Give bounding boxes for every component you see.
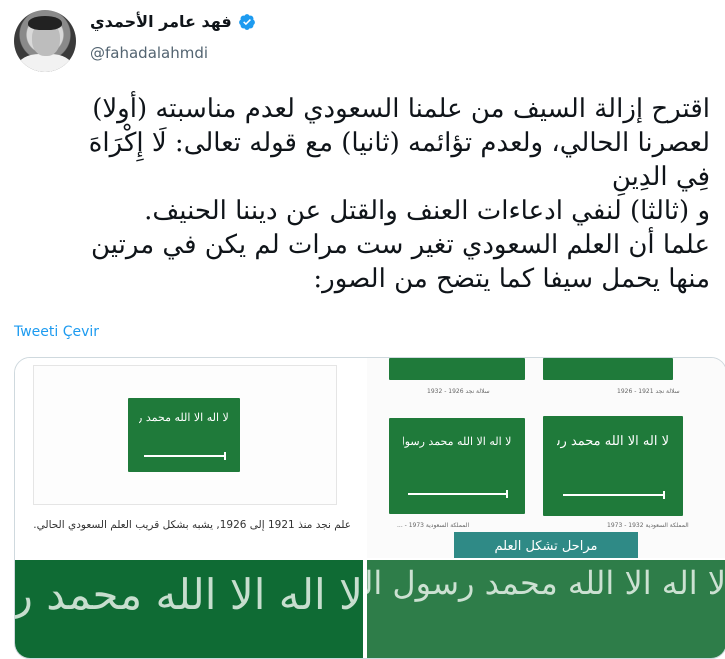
tweet-line: منها يحمل سيفا كما يتضح من الصور: xyxy=(313,264,710,294)
flag-era-caption: المملكة السعودية 1932 - 1973 xyxy=(607,522,689,529)
tweet-line: و (ثالثا) لنفي ادعاءات العنف والقتل عن د… xyxy=(144,196,710,226)
najd-flag-image: لا اله الا الله محمد رسول الله xyxy=(128,398,240,472)
tweet-line: اقترح إزالة السيف من علمنا السعودي لعدم … xyxy=(92,94,710,124)
tweet-line: فِي الدِينِ xyxy=(611,162,710,192)
media-photo-3[interactable]: لا اله الا الله محمد رسول الله xyxy=(15,560,363,658)
flag-sword xyxy=(143,452,226,461)
media-photo-1[interactable]: لا اله الا الله محمد رسول الله علم نجد م… xyxy=(15,358,363,558)
overlay-label: مراحل تشكل العلم xyxy=(454,532,638,558)
flag-thumbnail: لا اله الا الله محمد رسول الله xyxy=(543,416,683,516)
flag-era-caption: المملكة السعودية 1973 - ... xyxy=(397,522,470,529)
flag-thumbnail xyxy=(389,358,525,380)
verified-badge-icon xyxy=(238,13,255,30)
flag-closeup-script: لا اله الا الله محمد رسول الله xyxy=(367,564,725,602)
author-display-name[interactable]: فهد عامر الأحمدي xyxy=(90,12,232,31)
tweet-body: اقترح إزالة السيف من علمنا السعودي لعدم … xyxy=(14,92,710,296)
author-name-row[interactable]: فهد عامر الأحمدي xyxy=(90,12,256,31)
media-photo-4[interactable]: لا اله الا الله محمد رسول الله xyxy=(367,560,725,658)
flag-era-caption: سلالة نجد 1921 - 1926 xyxy=(617,388,680,395)
photo-caption: علم نجد منذ 1921 إلى 1926, يشبه بشكل قري… xyxy=(33,519,351,531)
avatar[interactable] xyxy=(14,10,76,72)
translate-tweet-link[interactable]: Tweeti Çevir xyxy=(14,324,99,340)
flag-thumbnail: لا اله الا الله محمد رسول الله xyxy=(389,418,525,514)
media-photo-2[interactable]: سلالة نجد 1921 - 1926 سلالة نجد 1926 - 1… xyxy=(367,358,725,558)
author-handle[interactable]: @fahadalahmdi xyxy=(90,44,208,62)
tweet-header: فهد عامر الأحمدي @fahadalahmdi xyxy=(0,0,725,90)
flag-script: لا اله الا الله محمد رسول الله xyxy=(139,411,229,425)
flag-closeup-script: لا اله الا الله محمد رسول الله xyxy=(15,570,363,619)
tweet-line: علما أن العلم السعودي تغير ست مرات لم يك… xyxy=(91,230,710,260)
photo-frame: لا اله الا الله محمد رسول الله xyxy=(33,365,337,505)
tweet-line: لعصرنا الحالي، ولعدم تؤائمه (ثانيا) مع ق… xyxy=(88,128,710,158)
flag-thumbnail xyxy=(543,358,673,380)
flag-era-caption: سلالة نجد 1926 - 1932 xyxy=(427,388,490,395)
media-grid: لا اله الا الله محمد رسول الله علم نجد م… xyxy=(14,357,725,659)
